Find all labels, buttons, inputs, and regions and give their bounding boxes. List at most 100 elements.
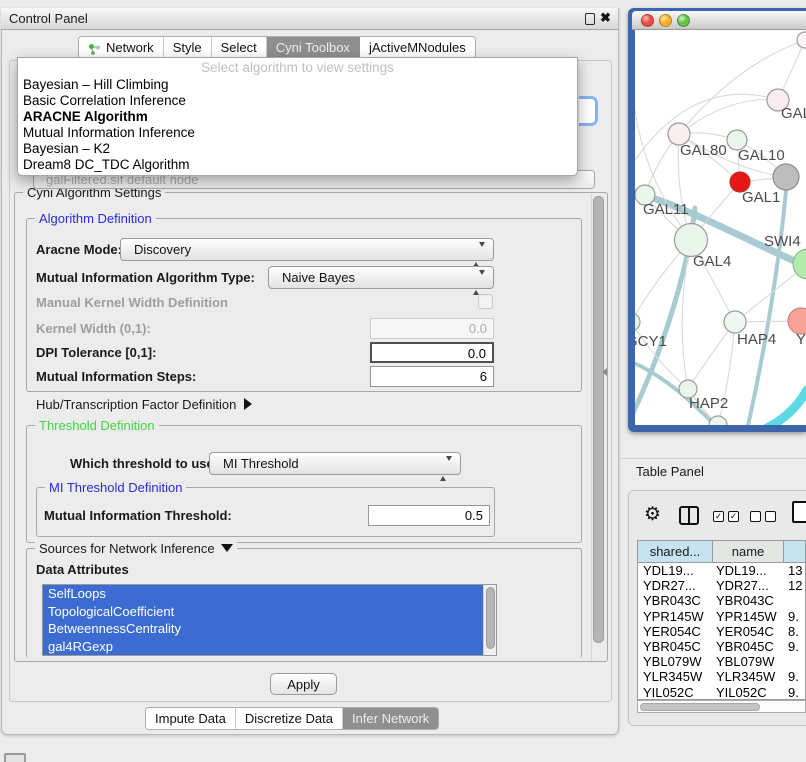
table-hscrollbar-track[interactable] <box>637 700 806 713</box>
float-window-icon[interactable] <box>585 13 595 25</box>
table-row[interactable]: YDL19...YDL19...13 <box>638 563 805 578</box>
column-split-icon[interactable] <box>679 506 699 525</box>
table-cell: 12 <box>784 578 805 593</box>
network-canvas[interactable]: GALGAL80GAL10GAL1GAL11SWI4GAL4GCY1HAP4YH… <box>635 30 806 425</box>
table-hscrollbar-thumb[interactable] <box>640 703 760 711</box>
mi-threshold-field[interactable]: 0.5 <box>368 505 490 526</box>
tab-label: Select <box>221 37 257 59</box>
algorithm-definition-title: Algorithm Definition <box>35 211 156 226</box>
document-icon[interactable] <box>792 501 806 523</box>
tab-label: Network <box>106 37 154 59</box>
table-row[interactable]: YBR043CYBR043C <box>638 593 805 608</box>
collapsed-panel-icon[interactable] <box>4 753 26 762</box>
tab-select[interactable]: Select <box>212 37 267 58</box>
data-attributes-list[interactable]: SelfLoopsTopologicalCoefficientBetweenne… <box>42 584 497 656</box>
table-cell: YPR145W <box>713 609 784 624</box>
table-cell: YLR345W <box>713 669 784 684</box>
node-table[interactable]: shared...name YDL19...YDL19...13YDR27...… <box>637 540 806 700</box>
network-node-label: HAP4 <box>737 331 776 348</box>
table-column-header[interactable]: shared... <box>638 541 713 562</box>
table-row[interactable]: YER054CYER054C8. <box>638 624 805 639</box>
tab-label: Discretize Data <box>245 708 333 730</box>
combo-arrows-icon <box>473 244 485 265</box>
attributes-scrollbar-track[interactable] <box>483 585 496 655</box>
table-row[interactable]: YBR045CYBR045C9. <box>638 639 805 654</box>
hub-definition-toggle[interactable]: Hub/Transcription Factor Definition <box>36 397 252 412</box>
table-row[interactable]: YPR145WYPR145W9. <box>638 609 805 624</box>
attribute-list-item[interactable]: SelfLoops <box>43 585 483 603</box>
manual-kernel-label: Manual Kernel Width Definition <box>36 295 228 310</box>
network-node-gal4[interactable] <box>675 224 708 257</box>
mac-minimize-icon[interactable] <box>659 14 672 27</box>
dropdown-item[interactable]: Mutual Information Inference <box>18 125 577 141</box>
network-window-titlebar[interactable] <box>632 11 806 30</box>
checked-box-icon[interactable]: ✓ <box>728 511 739 522</box>
tab-label: Infer Network <box>352 708 429 730</box>
dropdown-item[interactable]: Bayesian – Hill Climbing <box>18 77 577 93</box>
mi-steps-field[interactable]: 6 <box>370 366 494 387</box>
control-panel-title: Control Panel <box>9 11 88 26</box>
tab-style[interactable]: Style <box>164 37 212 58</box>
attribute-list-item[interactable]: BetweennessCentrality <box>43 620 483 638</box>
table-row[interactable]: YDR27...YDR27...12 <box>638 578 805 593</box>
dropdown-item[interactable]: Basic Correlation Inference <box>18 93 577 109</box>
table-row[interactable]: YIL052CYIL052C9. <box>638 685 805 700</box>
table-column-header[interactable] <box>784 541 805 562</box>
hub-definition-label: Hub/Transcription Factor Definition <box>36 397 236 412</box>
table-cell: YDL19... <box>713 563 784 578</box>
apply-button[interactable]: Apply <box>270 673 337 695</box>
table-cell: YLR345W <box>638 669 713 684</box>
network-node[interactable] <box>797 32 806 48</box>
table-cell <box>784 593 805 608</box>
dropdown-item[interactable]: Dream8 DC_TDC Algorithm <box>18 157 577 173</box>
checked-box-icon[interactable]: ✓ <box>713 511 724 522</box>
network-node[interactable] <box>709 416 727 425</box>
table-column-header[interactable]: name <box>713 541 784 562</box>
dropdown-item[interactable]: ARACNE Algorithm <box>18 109 577 125</box>
tab-discretize-data[interactable]: Discretize Data <box>236 708 343 729</box>
splitter-collapse-icon[interactable] <box>602 368 607 376</box>
mac-zoom-icon[interactable] <box>677 14 690 27</box>
tab-jactivemnodules[interactable]: jActiveMNodules <box>360 37 475 58</box>
attributes-scrollbar-thumb[interactable] <box>486 587 495 649</box>
network-node-label: GAL11 <box>643 201 689 218</box>
table-header-row[interactable]: shared...name <box>638 541 805 563</box>
tab-label: Cyni Toolbox <box>276 37 350 59</box>
unchecked-box-icon[interactable] <box>750 511 761 522</box>
aracne-mode-label: Aracne Mode: <box>36 238 122 261</box>
table-cell: YDL19... <box>638 563 713 578</box>
network-node-label: GAL10 <box>738 147 785 164</box>
attribute-list-item[interactable]: gal4RGexp <box>43 638 483 656</box>
collapse-down-icon <box>221 544 233 552</box>
tab-cyni-toolbox[interactable]: Cyni Toolbox <box>267 37 360 58</box>
gear-icon[interactable]: ⚙ <box>644 503 661 526</box>
table-row[interactable]: YLR345WYLR345W9. <box>638 669 805 684</box>
dpi-tolerance-field[interactable]: 0.0 <box>370 342 494 363</box>
mac-close-icon[interactable] <box>641 14 654 27</box>
tab-impute-data[interactable]: Impute Data <box>146 708 236 729</box>
tab-label: Style <box>173 37 202 59</box>
dropdown-item[interactable]: Bayesian – K2 <box>18 141 577 157</box>
table-body[interactable]: YDL19...YDL19...13YDR27...YDR27...12YBR0… <box>638 563 805 700</box>
unchecked-box-icon[interactable] <box>765 511 776 522</box>
table-row[interactable]: YBL079WYBL079W <box>638 654 805 669</box>
tab-network[interactable]: Network <box>79 37 164 58</box>
network-node-hap4[interactable] <box>724 311 746 333</box>
attribute-list-item[interactable]: TopologicalCoefficient <box>43 603 483 621</box>
sources-group-title[interactable]: Sources for Network Inference <box>35 541 237 556</box>
which-threshold-combo[interactable]: MI Threshold <box>209 452 461 475</box>
network-node[interactable] <box>773 164 799 190</box>
which-threshold-label: Which threshold to use: <box>70 452 218 475</box>
control-panel-titlebar[interactable] <box>1 8 619 30</box>
tab-infer-network[interactable]: Infer Network <box>343 708 438 729</box>
manual-kernel-checkbox[interactable] <box>478 294 493 309</box>
network-node-gcy1[interactable] <box>635 313 640 331</box>
aracne-mode-combo[interactable]: Discovery <box>120 238 494 261</box>
network-edge <box>635 360 720 425</box>
close-icon[interactable]: ✖ <box>600 10 611 26</box>
mi-type-combo[interactable]: Naive Bayes <box>268 266 494 289</box>
mi-threshold-label: Mutual Information Threshold: <box>44 505 232 526</box>
kernel-width-field[interactable]: 0.0 <box>370 318 494 339</box>
network-node-label: GAL80 <box>680 142 727 159</box>
settings-scrollbar-thumb[interactable] <box>593 196 604 643</box>
